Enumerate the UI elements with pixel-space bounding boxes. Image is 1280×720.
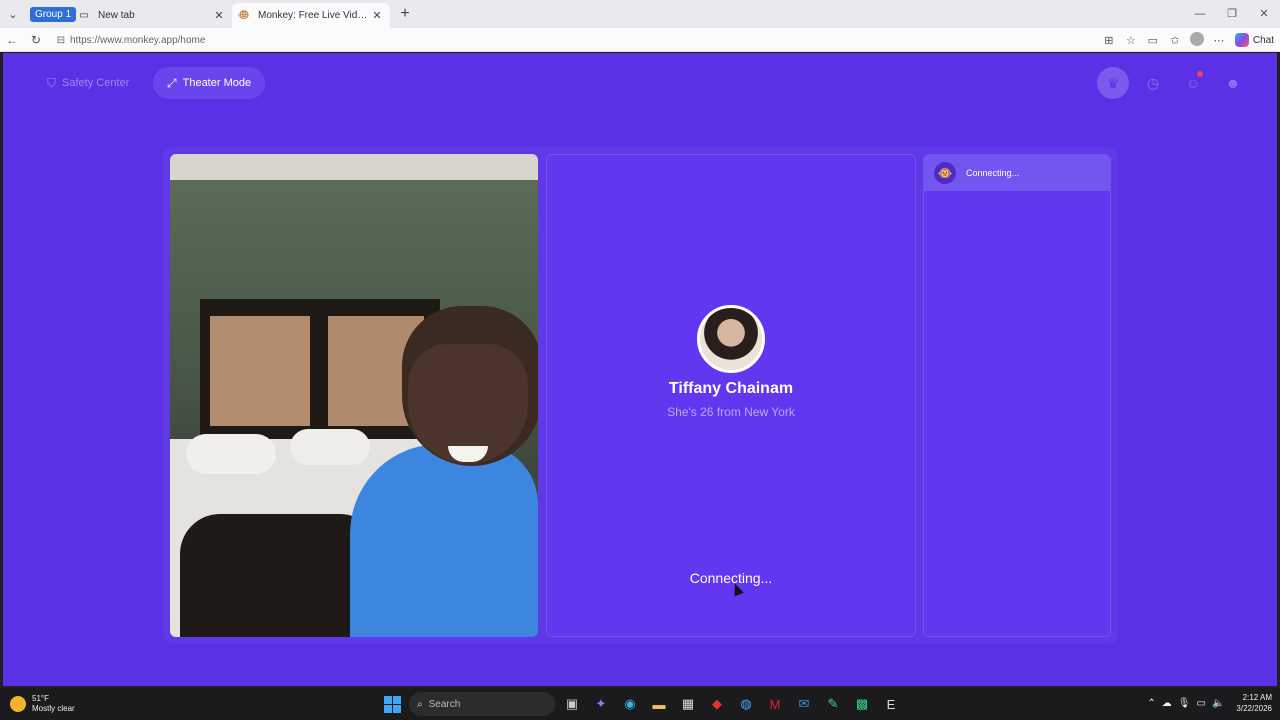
profile-icon[interactable] — [1187, 31, 1207, 49]
monkey-page: ⛉ Safety Center ⤢ Theater Mode ♛ ◷ ☺ ☻ T… — [3, 53, 1277, 686]
restore-icon[interactable]: ❐ — [1216, 0, 1248, 28]
chat-side-panel: 🐵 Connecting... — [923, 154, 1111, 637]
microphone-icon[interactable]: 🎙 — [1178, 698, 1191, 709]
taskbar-search[interactable]: ⌕ Search — [409, 692, 555, 716]
tab-actions-chevron-icon[interactable]: ⌄ — [0, 0, 26, 28]
side-connecting-status: Connecting... — [966, 168, 1020, 178]
epic-games-icon[interactable]: E — [879, 692, 903, 716]
weather-desc: Mostly clear — [32, 704, 75, 713]
minimize-icon[interactable]: — — [1184, 0, 1216, 28]
windows-taskbar: 51°F Mostly clear ⌕ Search ▣ ✦ ◉ ▬ ▦ ◆ ◍… — [0, 688, 1280, 720]
copilot-app-icon[interactable]: ✦ — [589, 692, 613, 716]
app-available-icon[interactable]: ⊞ — [1099, 34, 1119, 47]
taskbar-clock[interactable]: 2:12 AM 3/22/2026 — [1236, 692, 1272, 714]
chat-stage: Tiffany Chainam She's 26 from New York C… — [163, 147, 1118, 644]
safety-center-button[interactable]: ⛉ Safety Center — [33, 67, 143, 99]
close-window-icon[interactable]: ✕ — [1248, 0, 1280, 28]
monkey-icon: 🐵 — [237, 10, 251, 21]
expand-icon: ⤢ — [167, 75, 177, 90]
clock-time: 2:12 AM — [1242, 693, 1272, 702]
match-avatar — [697, 305, 765, 373]
windows-start-icon[interactable] — [380, 692, 404, 716]
site-info-icon[interactable]: ⊟ — [52, 35, 70, 46]
outlook-icon[interactable]: ✉ — [792, 692, 816, 716]
notification-dot — [1197, 71, 1203, 77]
tab-monkey[interactable]: 🐵 Monkey: Free Live Video Chat ✕ — [232, 3, 390, 28]
close-icon[interactable]: ✕ — [370, 9, 384, 22]
display-icon[interactable]: ▭ — [1197, 698, 1206, 709]
address-bar: ← ↻ ⊟ https://www.monkey.app/home ⊞ ☆ ▭ … — [0, 28, 1280, 52]
search-icon: ⌕ — [417, 698, 423, 710]
theater-mode-label: Theater Mode — [182, 77, 252, 89]
url-field[interactable]: ⊟ https://www.monkey.app/home — [52, 30, 1100, 50]
match-subtitle: She's 26 from New York — [667, 405, 795, 419]
profile-avatar-icon[interactable]: ☻ — [1217, 67, 1249, 99]
weather-temp: 51°F — [32, 694, 49, 703]
history-clock-icon[interactable]: ◷ — [1137, 67, 1169, 99]
back-arrow-icon[interactable]: ← — [0, 33, 24, 47]
chevron-up-icon[interactable]: ⌃ — [1147, 698, 1155, 709]
weather-moon-icon — [10, 696, 26, 712]
browser-tab-bar: ⌄ Group 1 ▭ New tab ✕ 🐵 Monkey: Free Liv… — [0, 0, 1280, 28]
onedrive-cloud-icon[interactable]: ☁ — [1162, 698, 1172, 709]
system-tray: ⌃ ☁ 🎙 ▭ 🔈 2:12 AM 3/22/2026 — [1147, 692, 1272, 714]
task-view-icon[interactable]: ▣ — [560, 692, 584, 716]
tab-group-chip[interactable]: Group 1 — [30, 6, 77, 22]
volume-icon[interactable]: 🔈 — [1212, 698, 1224, 709]
shield-icon: ⛉ — [47, 75, 57, 90]
close-icon[interactable]: ✕ — [212, 9, 226, 22]
crown-icon[interactable]: ♛ — [1097, 67, 1129, 99]
new-tab-icon: ▭ — [79, 10, 89, 21]
tab-title: Monkey: Free Live Video Chat — [258, 10, 370, 21]
messages-icon[interactable]: ☺ — [1177, 67, 1209, 99]
theater-mode-button[interactable]: ⤢ Theater Mode — [153, 67, 266, 99]
edge-browser-icon[interactable]: ◉ — [618, 692, 642, 716]
chat-label: Chat — [1252, 34, 1274, 46]
match-name: Tiffany Chainam — [668, 380, 794, 397]
match-pane: Tiffany Chainam She's 26 from New York C… — [546, 154, 916, 637]
taskbar-apps: ⌕ Search ▣ ✦ ◉ ▬ ▦ ◆ ◍ M ✉ ✎ ▩ E — [380, 692, 903, 716]
mcafee-icon[interactable]: M — [763, 692, 787, 716]
refresh-icon[interactable]: ↻ — [24, 33, 48, 47]
monkey-icon: 🐵 — [934, 162, 956, 184]
tab-title: New tab — [98, 10, 135, 21]
red-app-icon[interactable]: ◆ — [705, 692, 729, 716]
tab-new-tab[interactable]: ▭ New tab ✕ — [72, 3, 232, 28]
more-options-icon[interactable]: ⋯ — [1209, 34, 1229, 47]
favorites-icon[interactable]: ✩ — [1165, 34, 1185, 47]
new-tab-plus-icon[interactable]: + — [396, 5, 414, 23]
microsoft-store-icon[interactable]: ▦ — [676, 692, 700, 716]
self-video-feed — [170, 154, 538, 637]
file-explorer-icon[interactable]: ▬ — [647, 692, 671, 716]
clock-date: 3/22/2026 — [1236, 704, 1272, 713]
teal-app-icon[interactable]: ▩ — [850, 692, 874, 716]
side-panel-header: 🐵 Connecting... — [924, 155, 1110, 191]
camera-icon[interactable]: ▭ — [1143, 34, 1163, 47]
browser-toolbar: ⊞ ☆ ▭ ✩ ⋯ Chat — [1099, 28, 1274, 52]
weather-widget[interactable]: 51°F Mostly clear — [10, 694, 75, 714]
search-placeholder: Search — [428, 698, 461, 710]
window-controls: — ❐ ✕ — [1184, 0, 1280, 28]
browser-app-icon[interactable]: ◍ — [734, 692, 758, 716]
safety-center-label: Safety Center — [62, 77, 130, 89]
url-text: https://www.monkey.app/home — [70, 34, 206, 46]
copilot-chat-button[interactable]: Chat — [1234, 33, 1274, 47]
copilot-icon — [1234, 33, 1249, 47]
top-right-nav: ♛ ◷ ☺ ☻ — [1097, 67, 1249, 99]
green-app-icon[interactable]: ✎ — [821, 692, 845, 716]
favorite-star-icon[interactable]: ☆ — [1121, 34, 1141, 47]
